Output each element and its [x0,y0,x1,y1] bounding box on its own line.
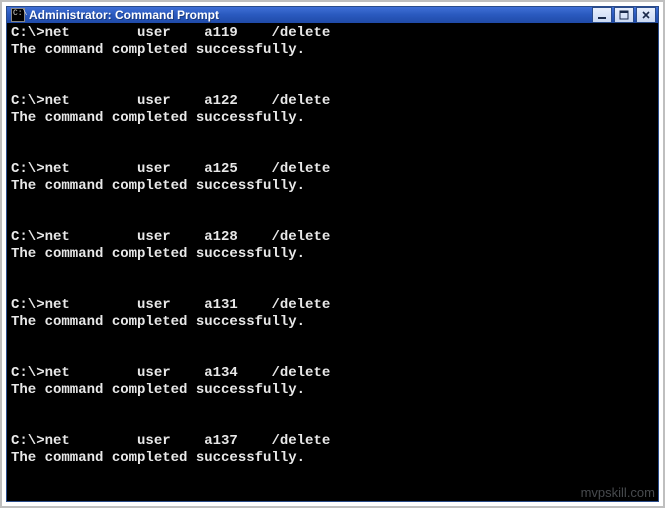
terminal-line [11,263,654,280]
terminal-line [11,212,654,229]
screenshot-frame: Administrator: Command Prompt C:\>net us… [0,0,665,508]
terminal-line: C:\>net user a134 /delete [11,365,654,382]
terminal-line [11,467,654,484]
terminal-line [11,331,654,348]
terminal-output[interactable]: C:\>net user a119 /deleteThe command com… [7,23,658,501]
terminal-line [11,127,654,144]
terminal-line: C:\>net user a137 /delete [11,433,654,450]
close-button[interactable] [636,7,656,23]
terminal-line: The command completed successfully. [11,42,654,59]
window-title: Administrator: Command Prompt [29,8,219,22]
terminal-line: The command completed successfully. [11,110,654,127]
terminal-line [11,144,654,161]
terminal-line [11,399,654,416]
terminal-line: The command completed successfully. [11,382,654,399]
terminal-line [11,76,654,93]
terminal-line [11,348,654,365]
terminal-line: The command completed successfully. [11,246,654,263]
terminal-line [11,416,654,433]
titlebar[interactable]: Administrator: Command Prompt [7,7,658,23]
terminal-line [11,195,654,212]
terminal-line: The command completed successfully. [11,178,654,195]
terminal-line: C:\>net user a119 /delete [11,25,654,42]
window-controls [592,7,658,23]
terminal-line [11,59,654,76]
terminal-line: The command completed successfully. [11,314,654,331]
command-prompt-window: Administrator: Command Prompt C:\>net us… [6,6,659,502]
terminal-line [11,484,654,501]
terminal-line: The command completed successfully. [11,450,654,467]
maximize-button[interactable] [614,7,634,23]
terminal-line: C:\>net user a125 /delete [11,161,654,178]
terminal-line: C:\>net user a131 /delete [11,297,654,314]
terminal-line: C:\>net user a122 /delete [11,93,654,110]
terminal-line [11,280,654,297]
minimize-button[interactable] [592,7,612,23]
cmd-icon [11,8,25,22]
terminal-line: C:\>net user a128 /delete [11,229,654,246]
